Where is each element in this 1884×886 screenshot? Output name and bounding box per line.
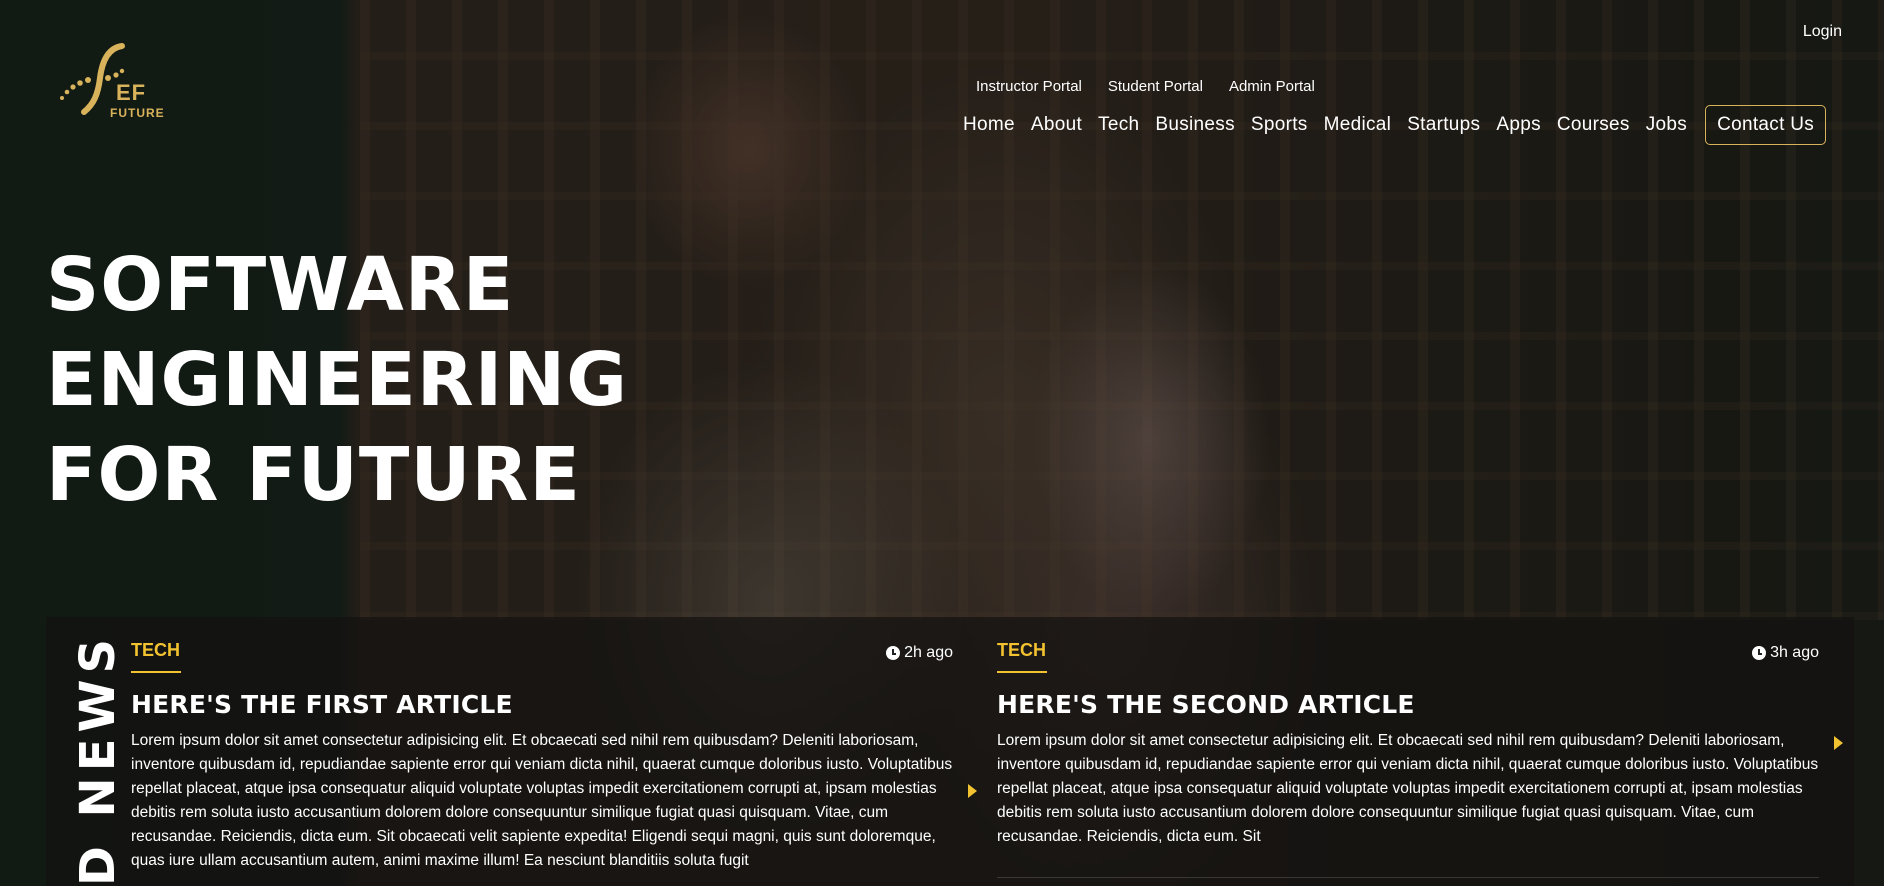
- article-category[interactable]: TECH: [131, 640, 953, 661]
- article-body: Lorem ipsum dolor sit amet consectetur a…: [997, 732, 1819, 845]
- article-divider: [997, 877, 1819, 878]
- main-nav: Home About Tech Business Sports Medical …: [963, 105, 1827, 145]
- article-time-text: 3h ago: [1770, 644, 1819, 661]
- nav-item-tech[interactable]: Tech: [1098, 114, 1139, 136]
- caret-right-icon[interactable]: [968, 784, 977, 798]
- hero-title: SOFTWARE ENGINEERING FOR FUTURE: [46, 242, 628, 518]
- nav-item-startups[interactable]: Startups: [1407, 114, 1480, 136]
- admin-portal-link[interactable]: Admin Portal: [1229, 78, 1315, 95]
- student-portal-link[interactable]: Student Portal: [1108, 78, 1203, 95]
- hero-section: EF FUTURE Login Instructor Portal Studen…: [0, 0, 1884, 886]
- article-time: 2h ago: [886, 644, 953, 662]
- nav-item-jobs[interactable]: Jobs: [1646, 114, 1687, 136]
- nav-item-courses[interactable]: Courses: [1557, 114, 1630, 136]
- news-article-1[interactable]: TECH 2h ago HERE'S THE FIRST ARTICLE Lor…: [131, 640, 953, 873]
- caret-right-icon[interactable]: [1834, 736, 1843, 750]
- logo-text-future: FUTURE: [110, 106, 165, 120]
- article-time: 3h ago: [1752, 644, 1819, 662]
- article-title[interactable]: HERE'S THE FIRST ARTICLE: [131, 690, 953, 719]
- article-body: Lorem ipsum dolor sit amet consectetur a…: [131, 732, 953, 869]
- news-article-2[interactable]: TECH 3h ago HERE'S THE SECOND ARTICLE Lo…: [997, 640, 1819, 849]
- category-underline: [997, 671, 1047, 673]
- clock-icon: [886, 646, 901, 660]
- clock-icon: [1752, 646, 1767, 660]
- nav-item-about[interactable]: About: [1031, 114, 1082, 136]
- news-section-label: D NEWS: [70, 632, 126, 886]
- brand-logo[interactable]: EF FUTURE: [58, 42, 178, 124]
- logo-text-ef: EF: [116, 80, 147, 105]
- article-time-text: 2h ago: [904, 644, 953, 661]
- article-title[interactable]: HERE'S THE SECOND ARTICLE: [997, 690, 1819, 719]
- category-underline: [131, 671, 181, 673]
- article-category[interactable]: TECH: [997, 640, 1819, 661]
- nav-item-sports[interactable]: Sports: [1251, 114, 1308, 136]
- nav-item-business[interactable]: Business: [1155, 114, 1235, 136]
- nav-item-medical[interactable]: Medical: [1324, 114, 1392, 136]
- nav-item-home[interactable]: Home: [963, 114, 1015, 136]
- contact-us-button[interactable]: Contact Us: [1705, 105, 1827, 145]
- nav-item-apps[interactable]: Apps: [1496, 114, 1541, 136]
- instructor-portal-link[interactable]: Instructor Portal: [976, 78, 1082, 95]
- portal-links: Instructor Portal Student Portal Admin P…: [976, 78, 1315, 95]
- login-link[interactable]: Login: [1803, 23, 1842, 41]
